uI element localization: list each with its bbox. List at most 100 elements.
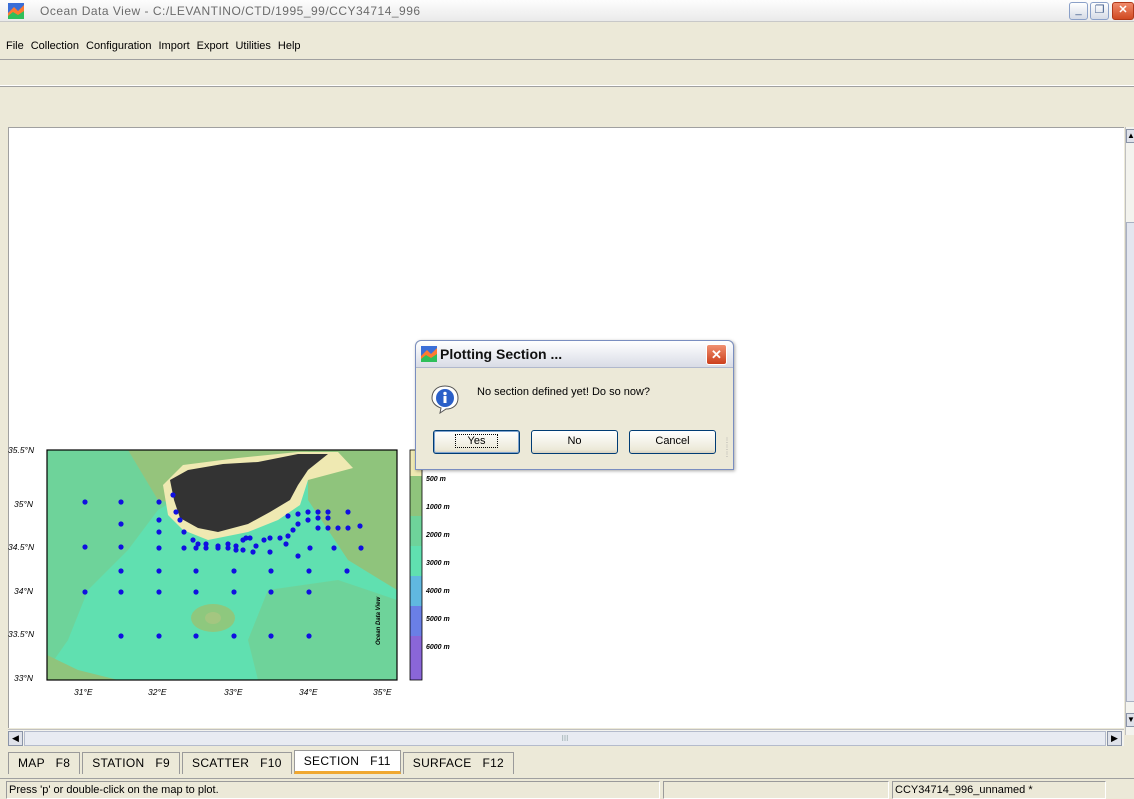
station-marker[interactable]	[315, 515, 321, 521]
menu-import[interactable]: Import	[157, 38, 190, 58]
menu-utilities[interactable]: Utilities	[234, 38, 271, 58]
station-marker[interactable]	[325, 509, 331, 515]
station-marker[interactable]	[267, 549, 273, 555]
station-marker[interactable]	[177, 517, 183, 523]
station-marker[interactable]	[307, 545, 313, 551]
station-marker[interactable]	[156, 529, 162, 535]
station-marker[interactable]	[233, 547, 239, 553]
station-marker[interactable]	[305, 517, 311, 523]
station-marker[interactable]	[225, 545, 231, 551]
station-marker[interactable]	[344, 568, 350, 574]
tab-station[interactable]: STATION F9	[82, 752, 181, 774]
resize-grip-icon[interactable]: ⋮ ⋮ ⋮	[724, 437, 730, 458]
station-marker[interactable]	[156, 545, 162, 551]
station-marker[interactable]	[345, 525, 351, 531]
station-marker[interactable]	[118, 521, 124, 527]
station-marker[interactable]	[345, 509, 351, 515]
station-marker[interactable]	[170, 492, 176, 498]
vertical-scrollbar[interactable]: ▲ ▼	[1125, 127, 1134, 735]
station-marker[interactable]	[82, 589, 88, 595]
station-marker[interactable]	[325, 525, 331, 531]
station-marker[interactable]	[118, 499, 124, 505]
station-marker[interactable]	[335, 525, 341, 531]
station-marker[interactable]	[306, 568, 312, 574]
station-marker[interactable]	[231, 589, 237, 595]
tab-map[interactable]: MAP F8	[8, 752, 81, 774]
station-marker[interactable]	[253, 543, 259, 549]
station-marker[interactable]	[231, 633, 237, 639]
station-marker[interactable]	[181, 545, 187, 551]
station-marker[interactable]	[215, 545, 221, 551]
station-marker[interactable]	[231, 568, 237, 574]
station-marker[interactable]	[156, 589, 162, 595]
tab-section[interactable]: SECTION F11	[293, 750, 401, 774]
station-marker[interactable]	[250, 549, 256, 555]
station-marker[interactable]	[193, 589, 199, 595]
station-map[interactable]: 35.5°N 35°N 34.5°N 34°N 33.5°N 33°N 31°E…	[8, 440, 468, 730]
station-marker[interactable]	[290, 527, 296, 533]
station-marker[interactable]	[82, 499, 88, 505]
station-marker[interactable]	[118, 544, 124, 550]
station-marker[interactable]	[173, 509, 179, 515]
tab-scatter[interactable]: SCATTER F10	[182, 752, 292, 774]
close-window-button[interactable]: ✕	[1112, 2, 1134, 20]
station-marker[interactable]	[268, 633, 274, 639]
station-marker[interactable]	[193, 568, 199, 574]
no-button[interactable]: No	[531, 430, 618, 454]
scroll-right-arrow-icon[interactable]: ▶	[1107, 731, 1122, 746]
station-marker[interactable]	[267, 535, 273, 541]
vertical-scroll-thumb[interactable]	[1126, 222, 1134, 702]
station-marker[interactable]	[268, 589, 274, 595]
scroll-down-arrow-icon[interactable]: ▼	[1126, 713, 1134, 727]
station-marker[interactable]	[156, 633, 162, 639]
station-marker[interactable]	[305, 509, 311, 515]
station-marker[interactable]	[331, 545, 337, 551]
station-marker[interactable]	[156, 568, 162, 574]
station-marker[interactable]	[156, 517, 162, 523]
scroll-left-arrow-icon[interactable]: ◀	[8, 731, 23, 746]
station-marker[interactable]	[203, 545, 209, 551]
menu-file[interactable]: File	[5, 38, 25, 58]
menu-configuration[interactable]: Configuration	[85, 38, 152, 58]
station-marker[interactable]	[306, 633, 312, 639]
station-marker[interactable]	[306, 589, 312, 595]
station-marker[interactable]	[295, 553, 301, 559]
menu-export[interactable]: Export	[196, 38, 230, 58]
dialog-title-bar[interactable]: Plotting Section ... ✕	[416, 341, 733, 368]
station-marker[interactable]	[247, 535, 253, 541]
station-marker[interactable]	[190, 537, 196, 543]
station-marker[interactable]	[240, 547, 246, 553]
station-marker[interactable]	[156, 499, 162, 505]
horizontal-scrollbar[interactable]: ◀ III ▶	[8, 729, 1124, 746]
station-marker[interactable]	[315, 509, 321, 515]
station-marker[interactable]	[295, 511, 301, 517]
station-marker[interactable]	[118, 589, 124, 595]
scroll-up-arrow-icon[interactable]: ▲	[1126, 129, 1134, 143]
station-marker[interactable]	[285, 533, 291, 539]
station-marker[interactable]	[325, 515, 331, 521]
menu-help[interactable]: Help	[277, 38, 302, 58]
station-marker[interactable]	[193, 545, 199, 551]
station-marker[interactable]	[283, 541, 289, 547]
horizontal-scroll-thumb[interactable]: III	[24, 731, 1106, 746]
minimize-button[interactable]: _	[1069, 2, 1088, 20]
station-marker[interactable]	[181, 529, 187, 535]
station-marker[interactable]	[295, 521, 301, 527]
station-marker[interactable]	[277, 535, 283, 541]
station-marker[interactable]	[261, 537, 267, 543]
tab-surface[interactable]: SURFACE F12	[402, 752, 515, 774]
station-marker[interactable]	[268, 568, 274, 574]
station-marker[interactable]	[315, 525, 321, 531]
cancel-button[interactable]: Cancel	[629, 430, 716, 454]
yes-button[interactable]: Yes	[433, 430, 520, 454]
station-marker[interactable]	[193, 633, 199, 639]
dialog-close-button[interactable]: ✕	[706, 344, 727, 365]
menu-collection[interactable]: Collection	[30, 38, 80, 58]
station-marker[interactable]	[118, 568, 124, 574]
station-marker[interactable]	[285, 513, 291, 519]
station-marker[interactable]	[82, 544, 88, 550]
station-marker[interactable]	[118, 633, 124, 639]
maximize-button[interactable]: ❐	[1090, 2, 1109, 20]
station-marker[interactable]	[358, 545, 364, 551]
station-marker[interactable]	[357, 523, 363, 529]
